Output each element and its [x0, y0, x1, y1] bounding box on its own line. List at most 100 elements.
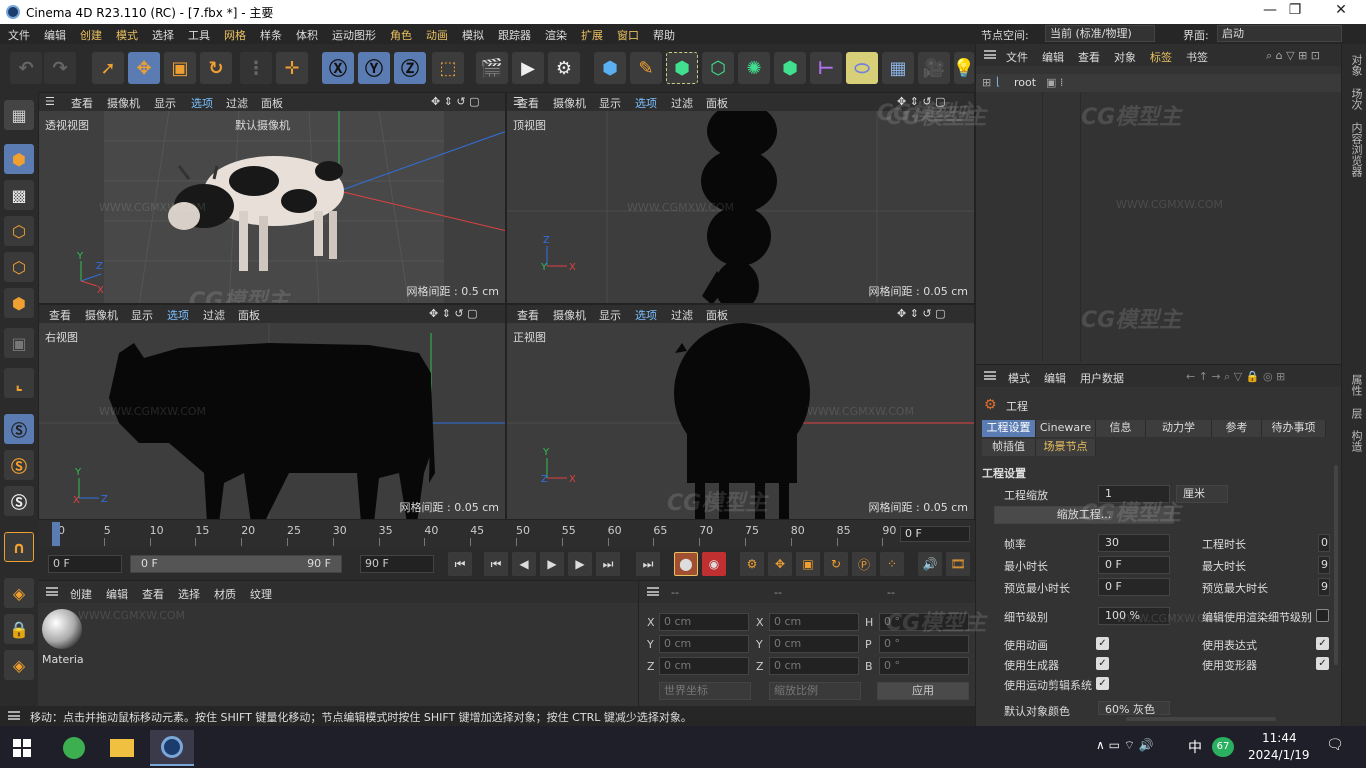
recent-tools-icon[interactable]: ⋮: [240, 52, 272, 84]
menu-file[interactable]: 文件: [8, 27, 30, 43]
layout-dropdown[interactable]: 启动: [1217, 25, 1342, 42]
mat-menu-create[interactable]: 创建: [70, 586, 92, 602]
expand-icon[interactable]: ⊞: [982, 76, 991, 89]
side-tab-structure[interactable]: 构造: [1348, 430, 1364, 452]
attr-menu-mode[interactable]: 模式: [1008, 370, 1030, 386]
menu-render[interactable]: 渲染: [545, 27, 567, 43]
maximize-button[interactable]: ❐: [1280, 2, 1310, 22]
vp-menu-view[interactable]: 查看: [49, 307, 71, 323]
max-time-input[interactable]: 9: [1318, 556, 1330, 574]
snap-settings-icon[interactable]: Ⓢ: [4, 450, 34, 480]
tab-dynamics[interactable]: 动力学: [1146, 420, 1212, 437]
material-swatch[interactable]: Materia: [42, 609, 86, 667]
viewport-top[interactable]: ☰ 查看 摄像机 显示 选项 过滤 面板 ✥ ⇕ ↺ ▢ Z X Y 顶视图 网…: [506, 92, 975, 304]
key-rotation-icon[interactable]: ↻: [824, 552, 848, 576]
rotate-tool-icon[interactable]: ↻: [200, 52, 232, 84]
vp-menu-view[interactable]: 查看: [517, 307, 539, 323]
max-frame-field[interactable]: 90 F: [360, 555, 434, 573]
viewport-nav-icons[interactable]: ✥ ⇕ ↺ ▢: [429, 307, 478, 320]
viewport-front[interactable]: 查看 摄像机 显示 选项 过滤 面板 ✥ ⇕ ↺ ▢ Y X Z 正视图 网格间…: [506, 304, 975, 520]
vp-menu-panel[interactable]: 面板: [706, 95, 728, 111]
workplane-axis-icon[interactable]: ◈: [4, 650, 34, 680]
prev-key-icon[interactable]: ⏮: [484, 552, 508, 576]
close-button[interactable]: ✕: [1326, 2, 1356, 22]
mat-menu-material[interactable]: 材质: [214, 586, 236, 602]
field-icon[interactable]: ⬭: [846, 52, 878, 84]
obj-menu-bookmarks[interactable]: 书签: [1186, 49, 1208, 65]
menu-volume[interactable]: 体积: [296, 27, 318, 43]
menu-character[interactable]: 角色: [390, 27, 412, 43]
vp-menu-display[interactable]: 显示: [154, 95, 176, 111]
vp-menu-filter[interactable]: 过滤: [226, 95, 248, 111]
node-space-dropdown[interactable]: 当前 (标准/物理): [1045, 25, 1155, 42]
key-parameter-icon[interactable]: Ⓟ: [852, 552, 876, 576]
snap-icon[interactable]: Ⓢ: [4, 414, 34, 444]
camera-icon[interactable]: 🎥: [918, 52, 950, 84]
scale-project-button[interactable]: 缩放工程...: [994, 506, 1174, 524]
uv-mode-icon[interactable]: ▣: [4, 328, 34, 358]
menu-simulate[interactable]: 模拟: [462, 27, 484, 43]
menu-mesh[interactable]: 网格: [224, 27, 246, 43]
workplane-icon[interactable]: ⌞: [4, 368, 34, 398]
playhead[interactable]: [52, 522, 60, 546]
go-to-start-icon[interactable]: ⏮: [448, 552, 472, 576]
extrude-icon[interactable]: ⬡: [702, 52, 734, 84]
mat-menu-select[interactable]: 选择: [178, 586, 200, 602]
hamburger-icon[interactable]: [46, 587, 58, 596]
snap-mode-icon[interactable]: Ⓢ: [4, 486, 34, 516]
vp-menu-view[interactable]: 查看: [71, 95, 93, 111]
windows-start-icon[interactable]: [0, 730, 44, 766]
autokey-icon[interactable]: ◉: [702, 552, 726, 576]
cloner-icon[interactable]: ✺: [738, 52, 770, 84]
transform-tool-icon[interactable]: ✛: [276, 52, 308, 84]
texture-mode-icon[interactable]: ▩: [4, 180, 34, 210]
rot-b-field[interactable]: 0 °: [879, 657, 969, 675]
scale-unit-dropdown[interactable]: 厘米: [1176, 485, 1228, 503]
notification-icon[interactable]: 🗨: [1326, 737, 1344, 753]
live-select-icon[interactable]: ➚: [92, 52, 124, 84]
obj-toolbar-icons[interactable]: ⌕ ⌂ ▽ ⊞ ⊡: [1266, 49, 1320, 63]
viewport-perspective[interactable]: ☰ 查看 摄像机 显示 选项 过滤 面板 ✥ ⇕ ↺ ▢ Y Z X 透视视图 …: [38, 92, 506, 304]
vp-menu-options[interactable]: 选项: [635, 95, 657, 111]
vp-menu-options[interactable]: 选项: [191, 95, 213, 111]
obj-menu-edit[interactable]: 编辑: [1042, 49, 1064, 65]
magnet-icon[interactable]: ∩: [4, 532, 34, 562]
attr-scrollbar[interactable]: [1334, 465, 1338, 665]
vp-menu-filter[interactable]: 过滤: [671, 95, 693, 111]
vp-menu-filter[interactable]: 过滤: [671, 307, 693, 323]
default-color-dropdown[interactable]: 60% 灰色: [1098, 701, 1170, 716]
security-badge[interactable]: 67: [1212, 737, 1234, 757]
z-axis-lock-icon[interactable]: Ⓩ: [394, 52, 426, 84]
hamburger-icon[interactable]: [984, 371, 996, 380]
lock-workplane-icon[interactable]: 🔒: [4, 614, 34, 644]
clock-time[interactable]: 11:44: [1262, 731, 1297, 745]
menu-tools[interactable]: 工具: [188, 27, 210, 43]
preview-max-input[interactable]: 9: [1318, 578, 1330, 596]
pos-z-field[interactable]: 0 cm: [659, 657, 749, 675]
scale-input[interactable]: 1: [1098, 485, 1170, 503]
next-key-icon[interactable]: ⏭: [596, 552, 620, 576]
make-editable-icon[interactable]: ▦: [4, 100, 34, 130]
mat-menu-edit[interactable]: 编辑: [106, 586, 128, 602]
lod-render-checkbox[interactable]: [1316, 609, 1329, 622]
polygons-mode-icon[interactable]: ⬢: [4, 288, 34, 318]
hamburger-icon[interactable]: [647, 587, 659, 596]
cinema4d-taskbar-icon[interactable]: [150, 730, 194, 766]
light-icon[interactable]: 💡: [953, 52, 975, 84]
current-frame-field[interactable]: 0 F: [48, 555, 122, 573]
obj-menu-tags[interactable]: 标签: [1150, 49, 1172, 65]
side-tab-attributes[interactable]: 属性: [1348, 374, 1364, 396]
viewport-right[interactable]: 查看 摄像机 显示 选项 过滤 面板 ✥ ⇕ ↺ ▢ Y Z X 右视图 网格间…: [38, 304, 506, 520]
apply-button[interactable]: 应用: [877, 682, 969, 700]
menu-extensions[interactable]: 扩展: [581, 27, 603, 43]
hamburger-icon[interactable]: ☰: [45, 95, 55, 108]
vp-menu-cameras[interactable]: 摄像机: [553, 307, 586, 323]
menu-mode[interactable]: 模式: [116, 27, 138, 43]
model-mode-icon[interactable]: ⬢: [4, 144, 34, 174]
side-tab-content-browser[interactable]: 内容浏览器: [1348, 122, 1364, 177]
undo-icon[interactable]: ↶: [10, 52, 42, 84]
side-tab-objects[interactable]: 对象: [1348, 54, 1364, 76]
attr-menu-userdata[interactable]: 用户数据: [1080, 370, 1124, 386]
ime-indicator[interactable]: 中: [1188, 737, 1202, 757]
hamburger-icon[interactable]: [984, 50, 996, 59]
